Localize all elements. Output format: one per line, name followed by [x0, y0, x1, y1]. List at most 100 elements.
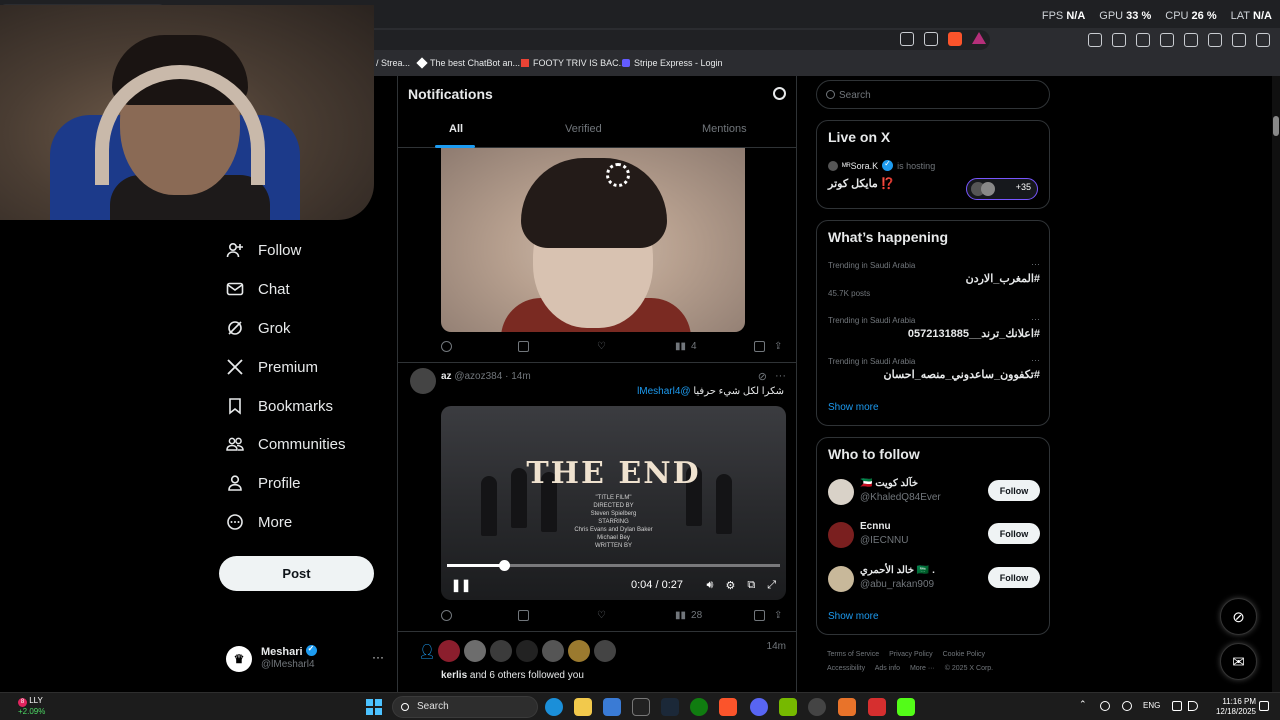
footer-link[interactable]: Privacy Policy	[889, 651, 933, 658]
bookmark-button[interactable]	[754, 341, 765, 352]
bookmark-footy[interactable]: FOOTY TRIV IS BAC...	[521, 58, 626, 68]
trend-item[interactable]: Trending in Saudi Arabia ··· #تكفوون_ساع…	[828, 355, 1040, 381]
tab-mentions[interactable]: Mentions	[702, 123, 747, 135]
follow-button[interactable]: Follow	[988, 523, 1040, 544]
search-input[interactable]	[839, 87, 1039, 103]
video-scrubber-handle[interactable]	[498, 560, 510, 571]
settings-gear-icon[interactable]	[773, 87, 786, 100]
search-box[interactable]	[816, 80, 1050, 109]
app-icon[interactable]	[868, 698, 886, 716]
views-button[interactable]: ▮▮ 28	[675, 610, 702, 621]
tweet-time[interactable]: 14m	[511, 371, 530, 382]
settings-icon[interactable]: ⚙︎	[725, 579, 735, 592]
more-icon[interactable]: ···	[775, 370, 786, 383]
brave-icon[interactable]	[719, 698, 737, 716]
xbox-icon[interactable]	[690, 698, 708, 716]
tweet-author-name[interactable]: az	[441, 371, 452, 382]
follow-button[interactable]: Follow	[988, 567, 1040, 588]
bookmark-stream[interactable]: / Strea...	[376, 58, 410, 68]
more-icon[interactable]: ···	[1031, 259, 1040, 269]
views-button[interactable]: ▮▮ 4	[675, 341, 697, 352]
install-app-icon[interactable]	[900, 32, 914, 46]
microphone-icon[interactable]	[1122, 701, 1132, 711]
show-more-link[interactable]: Show more	[828, 611, 879, 622]
live-listeners-pill[interactable]: +35	[966, 178, 1038, 200]
epic-games-icon[interactable]	[632, 698, 650, 716]
extensions-icon[interactable]	[1088, 33, 1102, 47]
account-switcher[interactable]: ♛ Meshari @lMesharl4 ···	[226, 644, 386, 674]
windows-start-icon[interactable]	[366, 699, 382, 715]
more-icon[interactable]: ···	[1031, 355, 1040, 365]
avatar[interactable]	[828, 479, 854, 505]
mention-link[interactable]: @lMesharl4	[637, 386, 691, 397]
clock[interactable]: 11:16 PM 12/18/2025	[1216, 697, 1256, 717]
discord-icon[interactable]	[750, 698, 768, 716]
tray-app-icon[interactable]	[1100, 701, 1110, 711]
language-indicator[interactable]: ENG	[1143, 701, 1160, 710]
nav-more[interactable]: More	[226, 513, 292, 531]
footer-link[interactable]: Ads info	[875, 665, 900, 672]
wallet-icon[interactable]	[1112, 33, 1126, 47]
stock-widget[interactable]: 8 LLY +2.09%	[18, 696, 45, 717]
trend-item[interactable]: Trending in Saudi Arabia ··· #اعلانك_ترن…	[828, 314, 1040, 340]
brave-rewards-icon[interactable]	[972, 32, 986, 44]
app-icon[interactable]	[838, 698, 856, 716]
share-button[interactable]: ⇪	[774, 610, 782, 621]
avatar[interactable]	[516, 640, 538, 662]
share-icon[interactable]	[924, 32, 938, 46]
avatar[interactable]	[464, 640, 486, 662]
avatar[interactable]	[410, 368, 436, 394]
kick-icon[interactable]	[897, 698, 915, 716]
share-button[interactable]: ⇪	[774, 341, 782, 352]
reply-button[interactable]	[441, 610, 452, 621]
footer-link[interactable]: Accessibility	[827, 665, 865, 672]
nav-premium[interactable]: Premium	[226, 358, 318, 376]
avatar[interactable]	[490, 640, 512, 662]
show-more-link[interactable]: Show more	[828, 402, 879, 413]
sidebar-icon[interactable]	[1160, 33, 1174, 47]
follow-notification-text[interactable]: kerlis and 6 others followed you	[441, 670, 584, 681]
store-icon[interactable]	[603, 698, 621, 716]
nav-follow[interactable]: Follow	[226, 241, 301, 259]
nav-chat[interactable]: Chat	[226, 280, 290, 298]
nav-grok[interactable]: Grok	[226, 319, 291, 337]
nav-profile[interactable]: Profile	[226, 474, 301, 492]
suggestion-name[interactable]: Ecnnu	[860, 521, 891, 532]
nav-communities[interactable]: Communities	[226, 435, 346, 453]
more-icon[interactable]: ···	[1031, 314, 1040, 324]
brave-shields-icon[interactable]	[948, 32, 962, 46]
menu-icon[interactable]	[1256, 33, 1270, 47]
pip-icon[interactable]: ⧉	[747, 579, 755, 592]
live-host[interactable]: ᴹᴿSora.K is hosting	[828, 159, 935, 171]
network-icon[interactable]	[1172, 701, 1182, 711]
avatar[interactable]	[568, 640, 590, 662]
messages-fab-button[interactable]: ✉	[1220, 643, 1257, 680]
repost-button[interactable]	[518, 610, 529, 621]
tweet-author-handle[interactable]: @azoz384	[454, 371, 502, 382]
volume-icon[interactable]	[1188, 701, 1198, 711]
chevron-up-icon[interactable]: ⌃	[1079, 699, 1089, 709]
space-title[interactable]: مايكل كوتر ⁉️	[828, 177, 895, 190]
reply-button[interactable]	[441, 341, 452, 352]
tab-all[interactable]: All	[449, 123, 463, 135]
footer-link[interactable]: Cookie Policy	[943, 651, 985, 658]
taskbar-search[interactable]: Search	[392, 696, 538, 718]
bookmark-button[interactable]	[754, 610, 765, 621]
repost-button[interactable]	[518, 341, 529, 352]
follow-suggestion[interactable]: خالد الأحمري 🇸🇦 . @abu_rakan909 Follow	[828, 564, 1040, 600]
avatar[interactable]	[828, 522, 854, 548]
avatar[interactable]	[594, 640, 616, 662]
follow-suggestion[interactable]: Ecnnu @IECNNU Follow	[828, 520, 1040, 556]
grok-fab-button[interactable]: ⊘	[1220, 598, 1257, 635]
avatar[interactable]	[438, 640, 460, 662]
scrollbar[interactable]	[1272, 76, 1280, 692]
fullscreen-icon[interactable]: ⤢	[767, 579, 776, 592]
scrollbar-thumb[interactable]	[1273, 116, 1279, 136]
trend-item[interactable]: Trending in Saudi Arabia ··· #المغرب_الا…	[828, 259, 1040, 298]
avatar[interactable]	[828, 566, 854, 592]
video-player[interactable]: THE END "TITLE FILM" DIRECTED BY Steven …	[441, 406, 786, 600]
notification-center-icon[interactable]	[1259, 701, 1269, 711]
post-image[interactable]	[441, 148, 745, 332]
follow-suggestion[interactable]: 🇰🇼 خآلد كويت @KhaledQ84Ever Follow	[828, 477, 1040, 513]
suggestion-name[interactable]: 🇰🇼 خآلد كويت	[860, 478, 918, 489]
